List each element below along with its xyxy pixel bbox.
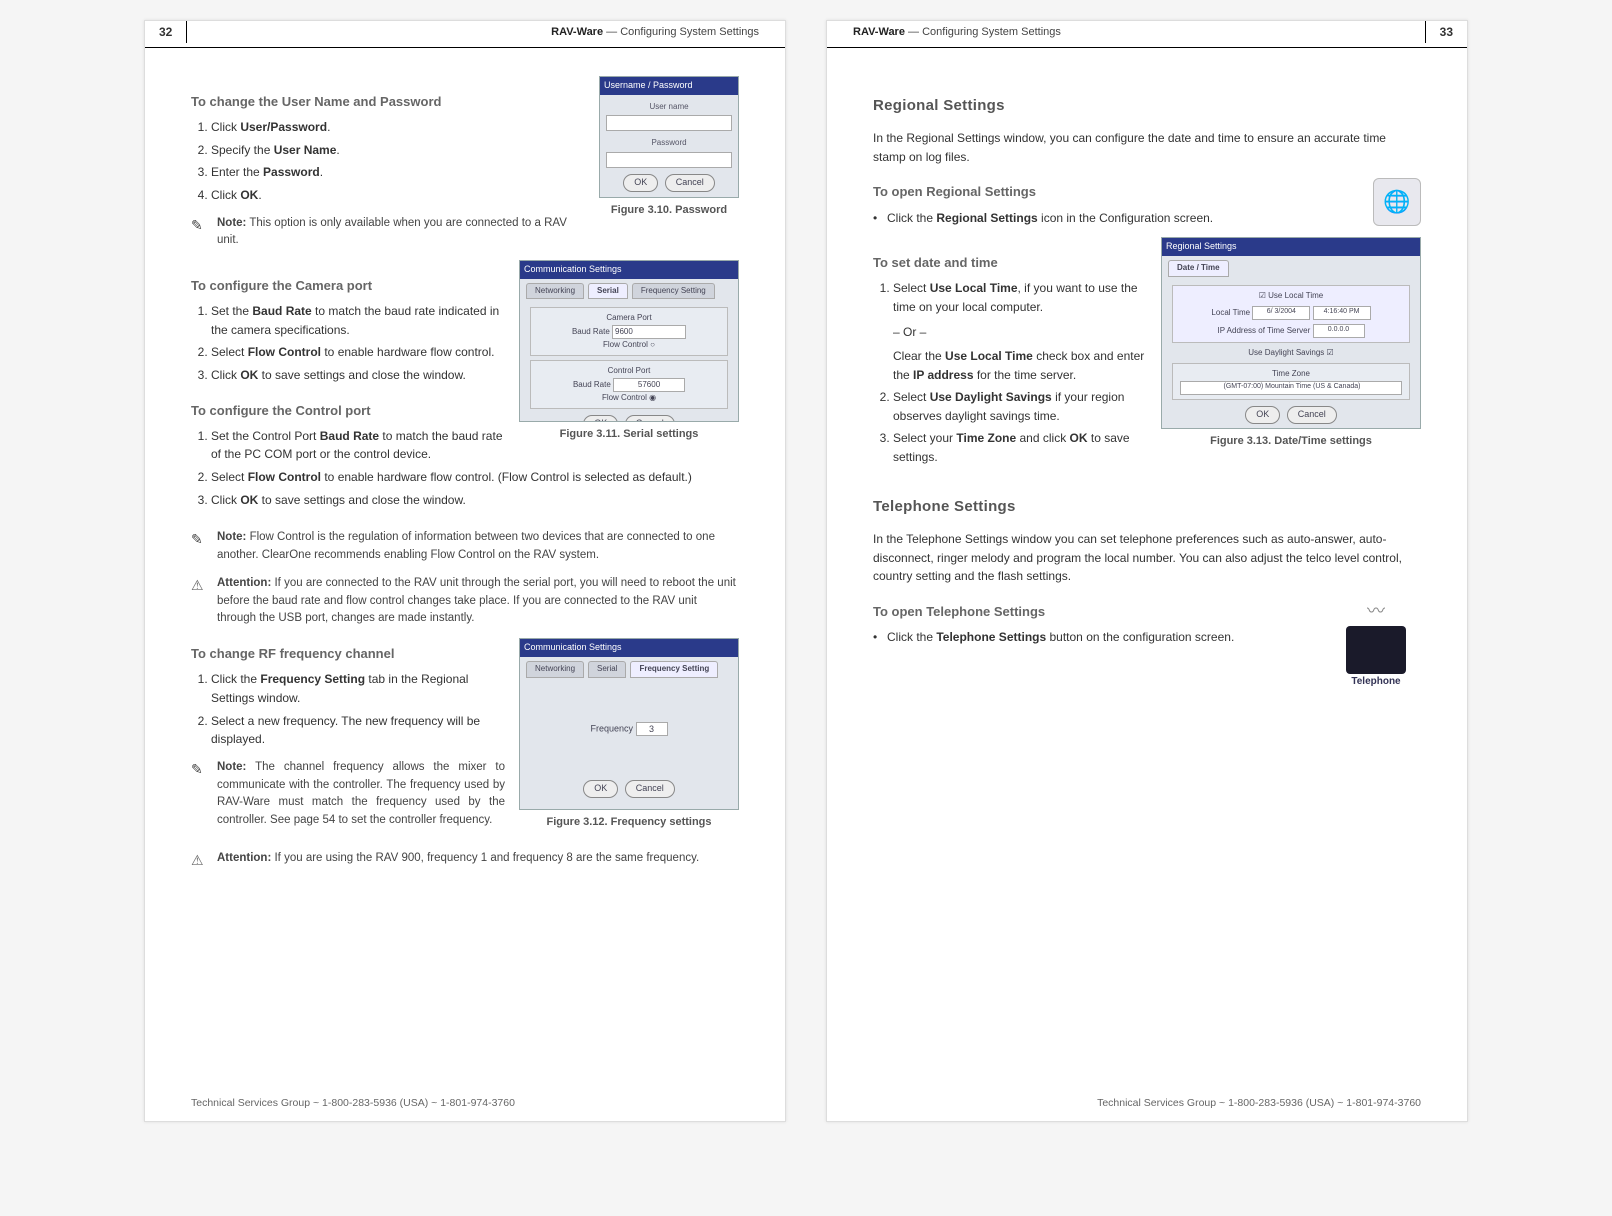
ip-field[interactable]: 0.0.0.0 [1313, 324, 1365, 338]
control-port-group: Control Port Baud Rate 57600 Flow Contro… [530, 360, 728, 409]
note-icon: ✎ [191, 759, 209, 830]
page-number-right: 33 [1425, 21, 1467, 43]
tab-serial[interactable]: Serial [588, 283, 628, 299]
attention-block: ⚠ Attention: If you are connected to the… [191, 575, 739, 628]
figure-3-13: Regional Settings Date / Time ☑ Use Loca… [1161, 237, 1421, 450]
page-right-content: Regional Settings In the Regional Settin… [827, 48, 1467, 706]
step: Select Flow Control to enable hardware f… [211, 468, 739, 487]
heading-telephone-settings: Telephone Settings [873, 495, 1421, 518]
password-label: Password [606, 137, 732, 149]
camera-port-group: Camera Port Baud Rate 9600 Flow Control … [530, 307, 728, 356]
frequency-select[interactable]: 3 [636, 722, 668, 736]
use-local-time-check[interactable]: ☑ [1259, 291, 1266, 300]
ok-button[interactable]: OK [583, 780, 618, 798]
username-label: User name [606, 101, 732, 113]
tab-serial[interactable]: Serial [588, 661, 626, 677]
ok-button[interactable]: OK [623, 174, 658, 192]
time-field[interactable]: 4:16:40 PM [1313, 306, 1371, 320]
cancel-button[interactable]: Cancel [625, 415, 675, 422]
time-zone-select[interactable]: (GMT-07:00) Mountain Time (US & Canada) [1180, 381, 1403, 395]
warning-icon: ⚠ [191, 850, 209, 872]
note-block: ✎ Note: The channel frequency allows the… [191, 759, 505, 830]
ok-button[interactable]: OK [583, 415, 618, 422]
heading-regional-settings: Regional Settings [873, 94, 1421, 117]
date-field[interactable]: 6/ 3/2004 [1252, 306, 1310, 320]
figure-3-10-dialog: Username / Password User name Password O… [599, 76, 739, 198]
date-time-group: ☑ Use Local Time Local Time 6/ 3/2004 4:… [1172, 285, 1410, 343]
flow-control-check[interactable]: ○ [650, 340, 655, 349]
figure-3-12: Communication Settings Networking Serial… [519, 638, 739, 831]
step: Click the Regional Settings icon in the … [887, 209, 1421, 228]
baud-rate-select[interactable]: 57600 [613, 378, 685, 392]
figure-3-10: Username / Password User name Password O… [599, 76, 739, 219]
dialog-title: Communication Settings [520, 261, 738, 279]
heading-open-regional: To open Regional Settings [873, 182, 1421, 202]
running-head-title: RAV-Ware — Configuring System Settings [187, 26, 767, 38]
password-input[interactable] [606, 152, 732, 168]
page-number-left: 32 [145, 21, 187, 43]
page-right: RAV-Ware — Configuring System Settings 3… [826, 20, 1468, 1122]
time-zone-group: Time Zone (GMT-07:00) Mountain Time (US … [1172, 363, 1410, 399]
daylight-check[interactable]: ☑ [1327, 348, 1334, 357]
figure-3-13-caption: Figure 3.13. Date/Time settings [1161, 433, 1421, 450]
dialog-title: Regional Settings [1162, 238, 1420, 256]
note-icon: ✎ [191, 529, 209, 565]
note-icon: ✎ [191, 215, 209, 251]
step: Click OK to save settings and close the … [211, 491, 739, 510]
baud-rate-select[interactable]: 9600 [612, 325, 686, 339]
tab-frequency[interactable]: Frequency Setting [630, 661, 718, 677]
tab-frequency[interactable]: Frequency Setting [632, 283, 715, 299]
cancel-button[interactable]: Cancel [1287, 406, 1337, 424]
tab-networking[interactable]: Networking [526, 283, 584, 299]
username-input[interactable] [606, 115, 732, 131]
dialog-title: Communication Settings [520, 639, 738, 657]
page-left: 32 RAV-Ware — Configuring System Setting… [144, 20, 786, 1122]
cancel-button[interactable]: Cancel [665, 174, 715, 192]
running-head-title: RAV-Ware — Configuring System Settings [845, 26, 1425, 38]
attention-block: ⚠ Attention: If you are using the RAV 90… [191, 850, 739, 872]
warning-icon: ⚠ [191, 575, 209, 628]
steps-open-regional: Click the Regional Settings icon in the … [873, 209, 1421, 228]
paragraph: In the Telephone Settings window you can… [873, 530, 1421, 586]
tab-networking[interactable]: Networking [526, 661, 584, 677]
note-block: ✎ Note: This option is only available wh… [191, 215, 585, 251]
note-block: ✎ Note: Flow Control is the regulation o… [191, 529, 739, 565]
figure-3-11-caption: Figure 3.11. Serial settings [519, 426, 739, 443]
step: Click the Telephone Settings button on t… [887, 628, 1421, 647]
figure-3-12-dialog: Communication Settings Networking Serial… [519, 638, 739, 810]
page-spread: 32 RAV-Ware — Configuring System Setting… [0, 0, 1612, 1142]
flow-control-check[interactable]: ◉ [649, 393, 656, 402]
figure-3-13-dialog: Regional Settings Date / Time ☑ Use Loca… [1161, 237, 1421, 429]
figure-3-10-caption: Figure 3.10. Password [599, 202, 739, 219]
figure-3-11-dialog: Communication Settings Networking Serial… [519, 260, 739, 422]
cable-icon: 〰 [1331, 598, 1421, 626]
ok-button[interactable]: OK [1245, 406, 1280, 424]
figure-3-11: Communication Settings Networking Serial… [519, 260, 739, 443]
figure-3-12-caption: Figure 3.12. Frequency settings [519, 814, 739, 831]
running-head-left: 32 RAV-Ware — Configuring System Setting… [145, 21, 785, 48]
footer-right: Technical Services Group ~ 1-800-283-593… [1097, 1097, 1421, 1109]
steps-open-telephone: Click the Telephone Settings button on t… [873, 628, 1421, 647]
page-left-content: Username / Password User name Password O… [145, 48, 785, 932]
tab-date-time[interactable]: Date / Time [1168, 260, 1229, 276]
dialog-title: Username / Password [600, 77, 738, 95]
running-head-right: RAV-Ware — Configuring System Settings 3… [827, 21, 1467, 48]
paragraph: In the Regional Settings window, you can… [873, 129, 1421, 166]
telephone-label: Telephone [1331, 674, 1421, 690]
cancel-button[interactable]: Cancel [625, 780, 675, 798]
footer-left: Technical Services Group ~ 1-800-283-593… [191, 1097, 515, 1109]
